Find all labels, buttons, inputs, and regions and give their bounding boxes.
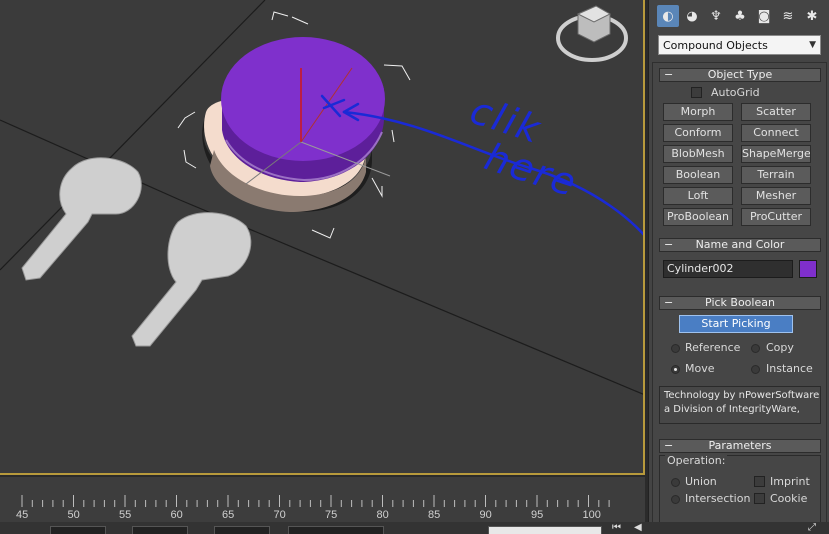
autogrid-checkbox[interactable]	[691, 87, 702, 98]
timeline-track-bar[interactable]: 45 50 55 60 65 70 75 80 85 90 95 100	[0, 477, 645, 522]
cookie-checkbox[interactable]	[754, 493, 765, 504]
z-coordinate-field[interactable]	[214, 526, 270, 534]
timeline-tick-label: 100	[582, 509, 601, 521]
radio-reference[interactable]	[671, 344, 680, 353]
rollout-parameters-header[interactable]: − Parameters	[659, 439, 821, 453]
radio-instance[interactable]	[751, 365, 760, 374]
radio-instance-label: Instance	[766, 362, 813, 375]
key-object-left[interactable]	[21, 157, 142, 281]
perspective-viewport[interactable]: clik here	[0, 0, 645, 475]
loft-button[interactable]: Loft	[663, 187, 733, 205]
grid-field	[288, 526, 384, 534]
morph-button[interactable]: Morph	[663, 103, 733, 121]
mesher-button[interactable]: Mesher	[741, 187, 811, 205]
modify-icon[interactable]: ◕	[681, 5, 703, 27]
chevron-down-icon[interactable]: ▼	[809, 40, 816, 50]
status-bar: ⏮ ◀ ⤢	[0, 522, 829, 534]
timeline-tick-label: 50	[67, 509, 80, 521]
create-icon[interactable]: ◐	[657, 5, 679, 27]
proboolean-button[interactable]: ProBoolean	[663, 208, 733, 226]
radio-copy-label: Copy	[766, 341, 794, 354]
viewcube-icon[interactable]	[556, 5, 628, 62]
timeline-tick-label: 55	[119, 509, 132, 521]
credit-text-box: Technology by nPowerSoftware a Division …	[659, 386, 821, 424]
radio-intersection-label: Intersection	[685, 492, 751, 505]
cookie-label: Cookie	[770, 492, 808, 505]
procutter-button[interactable]: ProCutter	[741, 208, 811, 226]
object-name-field[interactable]: Cylinder002	[663, 260, 793, 278]
scene-canvas[interactable]	[0, 0, 645, 475]
collapse-icon: −	[664, 238, 674, 251]
zoom-extents-icon[interactable]: ⤢	[808, 522, 816, 533]
scatter-button[interactable]: Scatter	[741, 103, 811, 121]
command-panel-tabs: ◐ ◕ ♆ ♣ ◙ ≋ ✱	[649, 0, 829, 32]
rollout-object-type-header[interactable]: − Object Type	[659, 68, 821, 82]
collapse-icon: −	[664, 68, 674, 81]
imprint-label: Imprint	[770, 475, 810, 488]
timeline-tick-label: 95	[531, 509, 544, 521]
rollout-container: − Object Type AutoGrid Morph Scatter Confo…	[652, 62, 827, 534]
timeline-tick-label: 65	[222, 509, 235, 521]
radio-move[interactable]	[671, 365, 680, 374]
blobmesh-button[interactable]: BlobMesh	[663, 145, 733, 163]
timeline-tick-label: 80	[376, 509, 389, 521]
terrain-button[interactable]: Terrain	[741, 166, 811, 184]
boolean-button[interactable]: Boolean	[663, 166, 733, 184]
timeline-tick-label: 45	[16, 509, 29, 521]
timeline-tick-label: 75	[325, 509, 338, 521]
connect-button[interactable]: Connect	[741, 124, 811, 142]
operation-label: Operation:	[665, 454, 728, 467]
timeline-tick-label: 90	[479, 509, 492, 521]
shapemerge-button[interactable]: ShapeMerge	[741, 145, 811, 163]
start-picking-button[interactable]: Start Picking	[679, 315, 793, 333]
radio-move-label: Move	[685, 362, 715, 375]
credit-line-1: Technology by nPowerSoftware	[664, 390, 820, 401]
category-dropdown-value: Compound Objects	[663, 38, 768, 52]
x-coordinate-field[interactable]	[50, 526, 106, 534]
imprint-checkbox[interactable]	[754, 476, 765, 487]
motion-icon[interactable]: ♣	[729, 5, 751, 27]
autogrid-label: AutoGrid	[711, 86, 760, 99]
y-coordinate-field[interactable]	[132, 526, 188, 534]
object-color-swatch[interactable]	[799, 260, 817, 278]
category-dropdown[interactable]: Compound Objects ▼	[658, 35, 821, 55]
go-to-start-icon[interactable]: ⏮	[612, 522, 621, 533]
display-icon[interactable]: ◙	[753, 5, 775, 27]
radio-union-label: Union	[685, 475, 717, 488]
collapse-icon: −	[664, 296, 674, 309]
rollout-name-color-header[interactable]: − Name and Color	[659, 238, 821, 252]
radio-reference-label: Reference	[685, 341, 741, 354]
credit-line-2: a Division of IntegrityWare,	[664, 404, 800, 415]
hierarchy-icon[interactable]: ♆	[705, 5, 727, 27]
tools-icon[interactable]: ✱	[801, 5, 823, 27]
selection-set-field[interactable]	[488, 526, 602, 534]
rollout-pick-boolean-header[interactable]: − Pick Boolean	[659, 296, 821, 310]
command-panel: ◐ ◕ ♆ ♣ ◙ ≋ ✱ Compound Objects ▼ − Object Type…	[648, 0, 829, 534]
conform-button[interactable]: Conform	[663, 124, 733, 142]
timeline-tick-label: 70	[273, 509, 286, 521]
timeline-tick-label: 85	[428, 509, 441, 521]
radio-intersection[interactable]	[671, 495, 680, 504]
timeline-tick-label: 60	[170, 509, 183, 521]
key-object-right[interactable]	[131, 212, 252, 347]
radio-union[interactable]	[671, 478, 680, 487]
collapse-icon: −	[664, 439, 674, 452]
timeline-ticks	[21, 495, 610, 507]
previous-frame-icon[interactable]: ◀	[634, 522, 642, 533]
radio-copy[interactable]	[751, 344, 760, 353]
utilities-icon[interactable]: ≋	[777, 5, 799, 27]
cylinder-object[interactable]	[221, 37, 385, 182]
